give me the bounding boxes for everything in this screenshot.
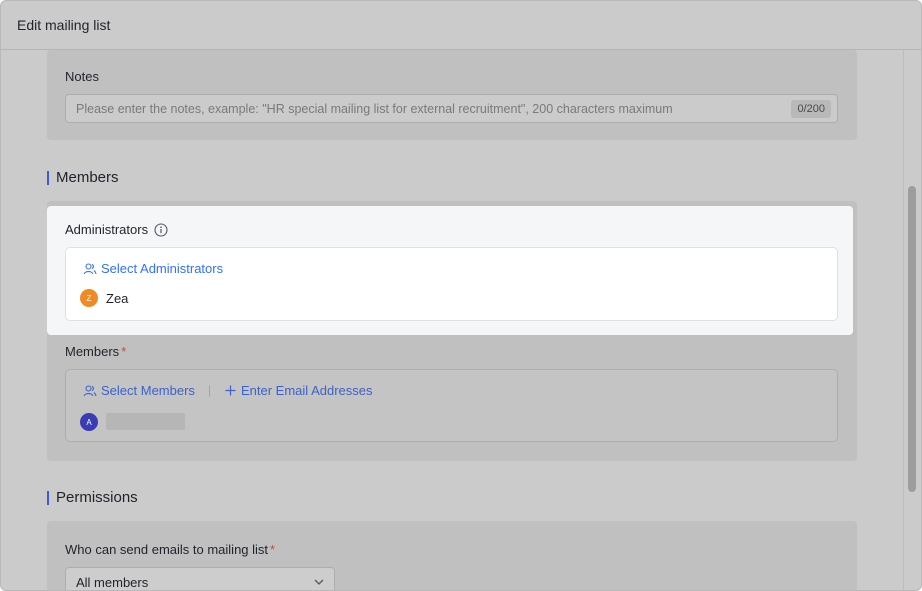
- members-label: Members *: [65, 344, 126, 359]
- administrators-panel: Administrators Select Administrators Z Z…: [47, 206, 853, 335]
- members-label-text: Members: [65, 344, 120, 359]
- permissions-section-title-text: Permissions: [56, 489, 138, 506]
- member-name-redacted: [106, 413, 185, 430]
- section-accent-bar: [47, 170, 49, 185]
- select-members-button[interactable]: Select Members: [83, 383, 195, 398]
- users-icon: [83, 384, 97, 398]
- members-box: Select Members | Enter Email Addresses A: [65, 369, 838, 442]
- enter-email-addresses-button[interactable]: Enter Email Addresses: [225, 383, 373, 398]
- members-section-title: Members: [47, 169, 119, 186]
- avatar: A: [80, 413, 98, 431]
- administrator-name: Zea: [106, 291, 129, 306]
- enter-email-addresses-label: Enter Email Addresses: [241, 383, 373, 398]
- dialog-title: Edit mailing list: [17, 17, 111, 33]
- select-administrators-button[interactable]: Select Administrators: [83, 261, 223, 276]
- section-accent-bar: [47, 490, 49, 505]
- notes-input[interactable]: Please enter the notes, example: "HR spe…: [65, 94, 838, 123]
- avatar-initial: A: [86, 417, 92, 427]
- chevron-down-icon: [314, 579, 324, 585]
- dialog-header: Edit mailing list: [1, 1, 921, 50]
- info-icon[interactable]: [154, 222, 168, 237]
- scrollbar[interactable]: [903, 50, 921, 590]
- who-can-send-label: Who can send emails to mailing list *: [65, 542, 275, 557]
- members-section-title-text: Members: [56, 169, 119, 186]
- administrators-label: Administrators: [65, 222, 168, 237]
- plus-icon: [225, 385, 236, 396]
- avatar: Z: [80, 289, 98, 307]
- administrators-label-text: Administrators: [65, 222, 149, 237]
- who-can-send-label-text: Who can send emails to mailing list: [65, 542, 269, 557]
- select-administrators-label: Select Administrators: [101, 261, 224, 276]
- who-can-send-value: All members: [76, 574, 149, 590]
- edit-mailing-list-dialog: Edit mailing list Notes Please enter the…: [0, 0, 922, 591]
- notes-label: Notes: [65, 69, 99, 84]
- scrollbar-thumb[interactable]: [908, 186, 916, 492]
- permissions-section-title: Permissions: [47, 489, 138, 506]
- users-icon: [83, 262, 97, 276]
- link-divider: |: [208, 383, 212, 397]
- notes-placeholder: Please enter the notes, example: "HR spe…: [76, 101, 673, 116]
- required-asterisk: *: [121, 344, 127, 359]
- avatar-initial: Z: [86, 293, 92, 303]
- required-asterisk: *: [270, 542, 276, 557]
- who-can-send-select[interactable]: All members: [65, 567, 335, 590]
- select-members-label: Select Members: [101, 383, 195, 398]
- administrators-box: Select Administrators Z Zea: [65, 247, 838, 321]
- notes-char-counter: 0/200: [791, 100, 831, 118]
